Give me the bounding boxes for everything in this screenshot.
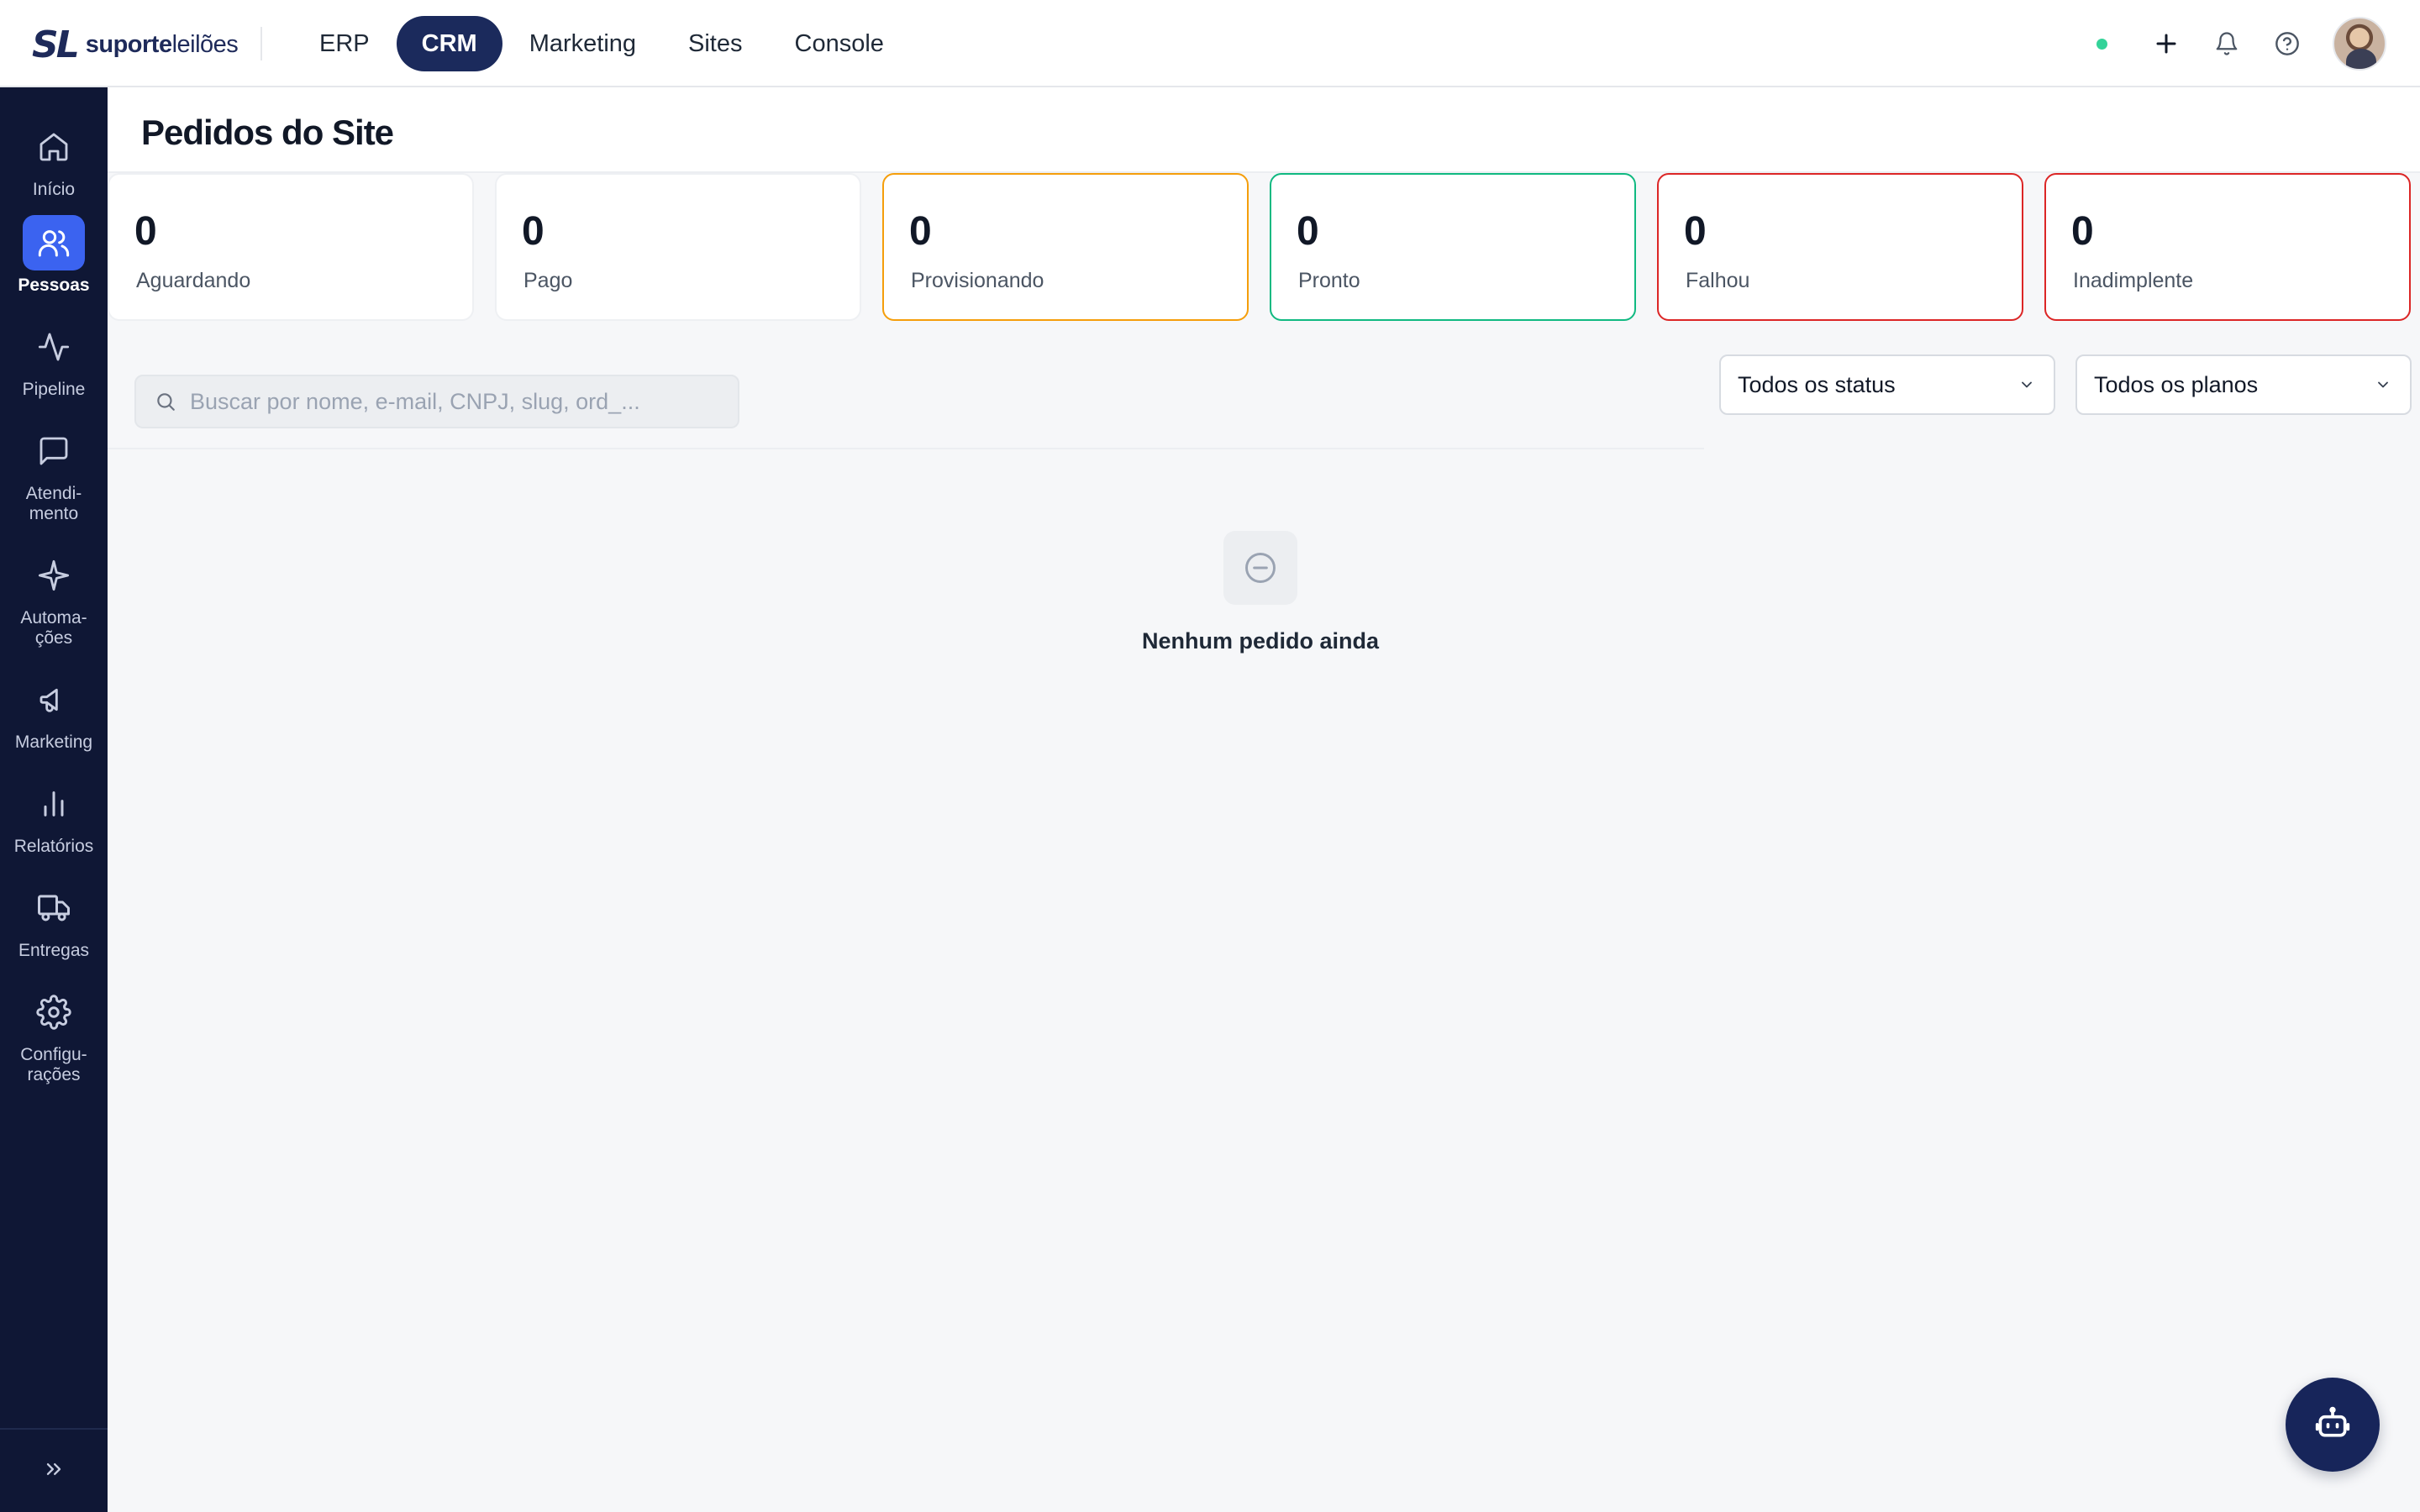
- page-header: Pedidos do Site: [108, 87, 2420, 173]
- sidebar-expand-button[interactable]: [0, 1428, 108, 1512]
- top-bar: SL suporteleilões ERP CRM Marketing Site…: [0, 0, 2420, 87]
- message-square-icon: [23, 423, 85, 479]
- online-status-dot: [2096, 38, 2107, 50]
- bell-icon[interactable]: [2208, 25, 2245, 62]
- search-box: [134, 375, 739, 428]
- stat-card-pago[interactable]: 0 Pago: [495, 173, 861, 321]
- stat-value: 0: [134, 209, 157, 254]
- stat-label: Provisionando: [911, 269, 1044, 292]
- brand-logo[interactable]: SL suporteleilões: [32, 23, 239, 66]
- stat-card-inadimplente[interactable]: 0 Inadimplente: [2044, 173, 2411, 321]
- logo-text-bold: suporte: [85, 30, 172, 58]
- users-icon: [23, 215, 85, 270]
- chevron-down-icon: [2373, 375, 2393, 395]
- stat-value: 0: [2071, 209, 2094, 254]
- sidebar-item-label: Pessoas: [18, 276, 90, 295]
- logo-text: suporteleilões: [86, 31, 239, 59]
- logo-text-light: leilões: [171, 30, 239, 58]
- plus-icon[interactable]: [2148, 25, 2185, 62]
- plan-filter-value: Todos os planos: [2094, 371, 2259, 397]
- sidebar-item-configuracoes[interactable]: Configu- rações: [0, 984, 108, 1085]
- stat-value: 0: [522, 209, 544, 254]
- nav-erp[interactable]: ERP: [294, 16, 395, 71]
- stat-label: Falhou: [1686, 269, 1750, 292]
- sidebar-item-pessoas[interactable]: Pessoas: [0, 215, 108, 296]
- stat-label: Inadimplente: [2073, 269, 2194, 292]
- chevron-down-icon: [2017, 375, 2037, 395]
- megaphone-icon: [23, 672, 85, 727]
- help-circle-icon[interactable]: [2269, 25, 2306, 62]
- sidebar-item-entregas[interactable]: Entregas: [0, 880, 108, 961]
- sidebar-item-label: Configu- rações: [20, 1045, 87, 1084]
- gear-icon: [23, 984, 85, 1040]
- user-avatar[interactable]: [2333, 17, 2386, 71]
- bot-icon: [2314, 1404, 2351, 1446]
- sidebar: Início Pessoas Pipeline Atendi- mento Au…: [0, 87, 108, 1512]
- status-filter-value: Todos os status: [1738, 371, 1896, 397]
- search-icon: [153, 389, 178, 414]
- stat-label: Pronto: [1298, 269, 1360, 292]
- logo-mark: SL: [32, 23, 80, 66]
- stat-card-provisionando[interactable]: 0 Provisionando: [882, 173, 1249, 321]
- stat-card-falhou[interactable]: 0 Falhou: [1657, 173, 2023, 321]
- minus-circle-icon: [1223, 531, 1297, 605]
- search-input[interactable]: [190, 388, 728, 415]
- plan-filter-select[interactable]: Todos os planos: [2075, 354, 2412, 415]
- empty-state-message: Nenhum pedido ainda: [1141, 628, 1379, 654]
- stat-card-aguardando[interactable]: 0 Aguardando: [108, 173, 474, 321]
- sidebar-item-label: Pipeline: [22, 380, 86, 399]
- stat-value: 0: [909, 209, 932, 254]
- bar-chart-icon: [23, 776, 85, 832]
- sidebar-item-relatorios[interactable]: Relatórios: [0, 776, 108, 857]
- assistant-bot-button[interactable]: [2286, 1378, 2380, 1472]
- nav-console[interactable]: Console: [770, 16, 909, 71]
- top-actions: [2096, 17, 2386, 71]
- page-title: Pedidos do Site: [141, 113, 394, 152]
- sidebar-item-label: Relatórios: [13, 837, 94, 856]
- sidebar-item-label: Marketing: [14, 732, 93, 752]
- module-nav: ERP CRM Marketing Sites Console: [294, 15, 911, 72]
- logo-divider: [260, 27, 262, 60]
- home-icon: [23, 119, 85, 175]
- sidebar-item-label: Início: [32, 180, 76, 199]
- nav-marketing[interactable]: Marketing: [504, 16, 661, 71]
- sidebar-item-atendimento[interactable]: Atendi- mento: [0, 423, 108, 524]
- stat-value: 0: [1684, 209, 1707, 254]
- nav-crm[interactable]: CRM: [396, 16, 502, 71]
- stat-label: Pago: [523, 269, 573, 292]
- stat-label: Aguardando: [136, 269, 251, 292]
- sidebar-item-label: Entregas: [18, 941, 90, 960]
- sidebar-item-inicio[interactable]: Início: [0, 119, 108, 200]
- chevrons-right-icon: [42, 1457, 66, 1485]
- divider: [108, 448, 1704, 449]
- sparkle-icon: [23, 548, 85, 603]
- sidebar-item-label: Atendi- mento: [25, 484, 82, 523]
- sidebar-item-label: Automa- ções: [20, 608, 87, 648]
- status-filter-select[interactable]: Todos os status: [1719, 354, 2055, 415]
- sidebar-item-automacoes[interactable]: Automa- ções: [0, 548, 108, 648]
- stat-value: 0: [1297, 209, 1319, 254]
- sidebar-item-pipeline[interactable]: Pipeline: [0, 319, 108, 400]
- truck-icon: [23, 880, 85, 936]
- stat-card-pronto[interactable]: 0 Pronto: [1270, 173, 1636, 321]
- sidebar-item-marketing[interactable]: Marketing: [0, 672, 108, 753]
- nav-sites[interactable]: Sites: [663, 16, 767, 71]
- activity-icon: [23, 319, 85, 375]
